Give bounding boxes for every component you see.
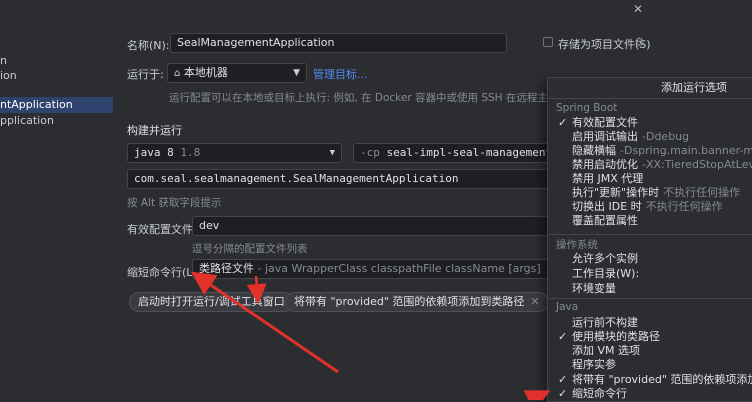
menu-item-label: 隐藏横幅 — [572, 144, 616, 157]
menu-item[interactable]: 允许多个实例 — [548, 252, 752, 266]
active-profiles-input[interactable]: dev — [192, 216, 555, 236]
tree-item[interactable]: pplication — [0, 113, 113, 129]
menu-item[interactable]: 执行"更新"操作时 不执行任何操作 — [548, 186, 752, 200]
menu-item[interactable]: 覆盖配置属性 — [548, 214, 752, 228]
menu-item-label: 禁用 JMX 代理 — [572, 172, 644, 185]
menu-item-label: 有效配置文件 — [572, 116, 638, 129]
menu-item[interactable]: ✓ 使用模块的类路径 — [548, 330, 752, 344]
run-on-select[interactable]: ⌂ 本地机器 ▼ — [167, 63, 307, 83]
jdk-value: java 8 — [134, 146, 174, 159]
jdk-select[interactable]: java 8 1.8 ▼ — [127, 143, 342, 163]
menu-item[interactable]: 禁用 JMX 代理 — [548, 172, 752, 186]
menu-item-hint: -Ddebug — [642, 130, 690, 143]
shorten-cmd-value: 类路径文件 — [199, 262, 254, 275]
manage-targets-link[interactable]: 管理目标... — [313, 66, 368, 82]
menu-item-label: 切换出 IDE 时 — [572, 200, 642, 213]
menu-item[interactable]: 启用调试输出 -Ddebug — [548, 130, 752, 144]
chip-provided-scope: 将带有 "provided" 范围的依赖项添加到类路径 ✕ — [285, 292, 549, 312]
classpath-module-select[interactable]: -cp seal-impl-seal-management — [353, 143, 555, 163]
menu-item[interactable]: 隐藏横幅 -Dspring.main.banner-mode=OFF — [548, 144, 752, 158]
run-on-hint: 运行配置可以在本地或目标上执行: 例如, 在 Docker 容器中或使用 SSH… — [169, 92, 601, 104]
check-icon: ✓ — [558, 373, 568, 386]
name-label: 名称(N): — [127, 39, 170, 52]
menu-item-label: 工作目录(W): — [572, 267, 640, 280]
tree-item[interactable]: n — [0, 53, 113, 69]
check-icon: ✓ — [558, 387, 568, 400]
menu-item-label: 允许多个实例 — [572, 252, 638, 265]
menu-item-label: 执行"更新"操作时 — [572, 186, 660, 199]
shorten-cmd-select[interactable]: 类路径文件 - java WrapperClass classpathFile … — [192, 259, 555, 279]
menu-item[interactable]: 添加 VM 选项 — [548, 344, 752, 358]
menu-item-hint: -Dspring.main.banner-mode=OFF — [620, 144, 752, 157]
menu-item-hint: 不执行任何操作 — [645, 200, 723, 213]
configurations-tree: n ion ntApplication pplication — [0, 0, 113, 400]
menu-item[interactable]: 环境变量 — [548, 282, 752, 296]
menu-item-label: 禁用启动优化 — [572, 158, 638, 171]
menu-item-label: 将带有 "provided" 范围的依赖项添加到类路径 — [572, 373, 752, 386]
chip-label: 启动时打开运行/调试工具窗口 — [138, 295, 285, 308]
active-profiles-value: dev — [199, 219, 220, 232]
tree-item-selected[interactable]: ntApplication — [0, 97, 113, 113]
run-on-label: 运行于: — [127, 68, 164, 81]
store-as-file-checkbox[interactable] — [543, 37, 553, 47]
menu-item[interactable]: 程序实参 — [548, 358, 752, 372]
profiles-hint: 逗号分隔的配置文件列表 — [192, 243, 308, 255]
menu-divider — [548, 234, 752, 235]
classpath-module: seal-impl-seal-management — [386, 146, 553, 159]
classpath-flag: -cp — [360, 146, 380, 159]
tree-item-label: n — [0, 54, 7, 67]
name-input[interactable]: SealManagementApplication — [170, 33, 507, 53]
run-on-value: 本地机器 — [183, 66, 228, 79]
menu-item[interactable]: ✓ 缩短命令行 — [548, 387, 752, 401]
menu-divider — [548, 298, 752, 299]
menu-item[interactable]: 禁用启动优化 -XX:TieredStopAtLevel=1 -noverify — [548, 158, 752, 172]
menu-divider — [548, 98, 752, 99]
menu-item[interactable]: 切换出 IDE 时不执行任何操作 — [548, 200, 752, 214]
tree-item-label: ion — [0, 69, 17, 82]
chevron-down-icon: ▼ — [293, 68, 300, 78]
menu-item-label: 覆盖配置属性 — [572, 214, 638, 227]
menu-item-label: 使用模块的类路径 — [572, 330, 660, 343]
chip-label: 将带有 "provided" 范围的依赖项添加到类路径 — [294, 295, 525, 308]
build-run-title: 构建并运行 — [127, 124, 182, 137]
menu-title: 添加运行选项 — [661, 81, 727, 94]
field-hint: 按 Alt 获取字段提示 — [127, 197, 222, 209]
menu-section-title: Spring Boot — [556, 102, 618, 114]
menu-section-title: Java — [556, 301, 579, 313]
chip-open-run-debug-window: 启动时打开运行/调试工具窗口 — [129, 292, 294, 312]
gear-icon[interactable]: ⚙ — [634, 35, 645, 49]
shorten-cmd-desc: - java WrapperClass classpathFile classN… — [257, 262, 541, 275]
menu-item-label: 添加 VM 选项 — [572, 344, 641, 357]
home-icon: ⌂ — [174, 68, 181, 79]
menu-item[interactable]: 工作目录(W): — [548, 267, 752, 281]
tree-item-label: pplication — [0, 114, 54, 127]
name-value: SealManagementApplication — [177, 36, 335, 49]
menu-item[interactable]: ✓ 有效配置文件 — [548, 116, 752, 130]
menu-item[interactable]: ✓ 将带有 "provided" 范围的依赖项添加到类路径 — [548, 373, 752, 387]
menu-item[interactable]: 运行前不构建 — [548, 316, 752, 330]
check-icon: ✓ — [558, 116, 568, 129]
close-icon[interactable]: ✕ — [530, 295, 539, 308]
main-class-input[interactable]: com.seal.sealmanagement.SealManagementAp… — [127, 169, 555, 189]
add-run-options-menu: 添加运行选项 Spring Boot ✓ 有效配置文件 启用调试输出 -Ddebug… — [547, 77, 752, 402]
menu-item-hint: -XX:TieredStopAtLevel=1 -noverify — [642, 158, 752, 171]
menu-section-title: 操作系统 — [556, 239, 598, 251]
menu-item-label: 启用调试输出 — [572, 130, 638, 143]
tree-item-label: ntApplication — [0, 98, 73, 111]
chevron-down-icon: ▼ — [329, 148, 335, 158]
jdk-version: 1.8 — [180, 146, 201, 159]
active-profiles-label: 有效配置文件: — [127, 223, 197, 236]
tree-item[interactable]: ion — [0, 68, 113, 84]
menu-item-label: 程序实参 — [572, 358, 616, 371]
menu-item-label: 缩短命令行 — [572, 387, 627, 400]
shorten-cmd-label: 缩短命令行(L): — [127, 266, 201, 279]
main-class-value: com.seal.sealmanagement.SealManagementAp… — [134, 172, 459, 185]
check-icon: ✓ — [558, 330, 568, 343]
close-icon[interactable]: ✕ — [633, 2, 643, 16]
menu-item-hint: 不执行任何操作 — [663, 186, 741, 199]
menu-item-label: 运行前不构建 — [572, 316, 638, 329]
menu-item-label: 环境变量 — [572, 282, 616, 295]
